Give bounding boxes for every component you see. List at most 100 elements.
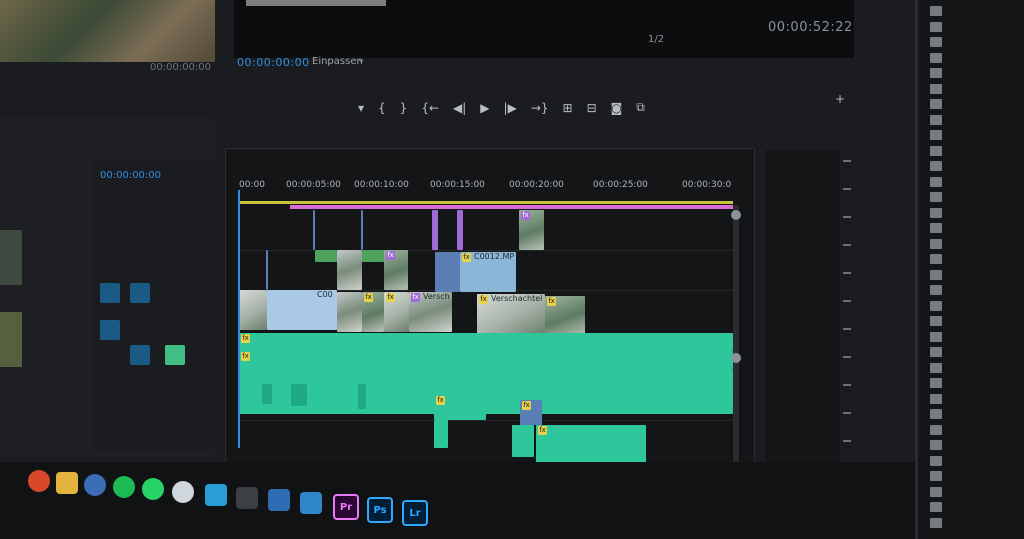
project-item[interactable] — [930, 144, 1015, 158]
step-forward-icon[interactable]: |▶ — [504, 101, 517, 115]
lightroom-icon[interactable]: Lr — [402, 500, 428, 526]
video-clip[interactable] — [432, 210, 438, 250]
audio-clip[interactable]: fx — [520, 400, 542, 425]
project-item[interactable] — [930, 485, 1015, 499]
premiere-icon[interactable]: Pr — [333, 494, 359, 520]
step-back-icon[interactable]: ◀| — [453, 101, 466, 115]
video-clip[interactable] — [362, 250, 384, 262]
project-item[interactable] — [930, 252, 1015, 266]
project-item[interactable] — [930, 175, 1015, 189]
video-clip[interactable]: fx — [362, 292, 384, 332]
project-item[interactable] — [930, 516, 1015, 530]
video-clip[interactable]: fx C0012.MP — [460, 252, 516, 292]
project-item[interactable] — [930, 283, 1015, 297]
project-item[interactable] — [930, 454, 1015, 468]
project-item[interactable] — [930, 206, 1015, 220]
project-item[interactable] — [930, 392, 1015, 406]
track-target-button[interactable] — [100, 320, 120, 340]
audio-clip[interactable] — [239, 369, 733, 384]
audio-clip[interactable]: fx — [239, 351, 733, 369]
video-clip[interactable] — [361, 210, 363, 250]
video-clip[interactable]: fx — [384, 292, 409, 332]
track-target-button[interactable] — [130, 345, 150, 365]
export-frame-icon[interactable]: ◙ — [611, 101, 623, 115]
project-item[interactable] — [930, 221, 1015, 235]
video-clip[interactable] — [266, 250, 268, 290]
audio-clip[interactable] — [239, 384, 733, 414]
lift-icon[interactable]: ⊞ — [563, 101, 573, 115]
project-item[interactable] — [930, 500, 1015, 514]
app-icon[interactable] — [268, 489, 290, 511]
scroll-handle[interactable] — [731, 210, 741, 220]
project-item[interactable] — [930, 4, 1015, 18]
photoshop-icon[interactable]: Ps — [367, 497, 393, 523]
out-point-icon[interactable]: } — [400, 101, 408, 115]
browser-icon[interactable] — [28, 470, 50, 492]
app-icon[interactable] — [172, 481, 194, 503]
video-clip[interactable]: fx Versch — [409, 292, 452, 332]
sequence-timecode[interactable]: 00:00:00:00 — [100, 170, 161, 181]
extract-icon[interactable]: ⊟ — [587, 101, 597, 115]
marker-icon[interactable]: ▾ — [358, 101, 364, 115]
comparison-icon[interactable]: ⧉ — [636, 100, 645, 115]
project-item[interactable] — [930, 20, 1015, 34]
track-target-button[interactable] — [130, 283, 150, 303]
audio-clip[interactable]: fx — [536, 425, 646, 467]
in-point-icon[interactable]: { — [378, 101, 386, 115]
app-icon[interactable] — [236, 487, 258, 509]
project-item[interactable] — [930, 330, 1015, 344]
video-clip[interactable] — [313, 210, 315, 250]
app-icon[interactable] — [84, 474, 106, 496]
project-item[interactable] — [930, 82, 1015, 96]
video-clip[interactable] — [337, 292, 362, 332]
audio-clip[interactable] — [512, 425, 534, 457]
scroll-handle[interactable] — [731, 353, 741, 363]
video-clip[interactable]: fx — [519, 210, 544, 250]
app-icon[interactable] — [300, 492, 322, 514]
go-to-out-icon[interactable]: →} — [531, 101, 549, 115]
project-item[interactable] — [930, 128, 1015, 142]
audio-clip[interactable] — [434, 420, 448, 448]
project-item[interactable] — [930, 159, 1015, 173]
project-item[interactable] — [930, 299, 1015, 313]
video-clip[interactable] — [315, 250, 337, 262]
spotify-icon[interactable] — [113, 476, 135, 498]
whatsapp-icon[interactable] — [142, 478, 164, 500]
video-clip[interactable]: fx Verschachtel — [477, 294, 545, 334]
project-item[interactable] — [930, 423, 1015, 437]
fit-dropdown[interactable]: Einpassen — [312, 56, 363, 67]
video-clip[interactable]: C00 — [267, 290, 337, 330]
project-item[interactable] — [930, 314, 1015, 328]
project-item[interactable] — [930, 268, 1015, 282]
project-item[interactable] — [930, 97, 1015, 111]
project-item[interactable] — [930, 66, 1015, 80]
audio-clip[interactable]: fx — [434, 395, 486, 420]
folder-icon[interactable] — [56, 472, 78, 494]
track-target-button[interactable] — [100, 283, 120, 303]
audio-clip[interactable] — [358, 384, 366, 409]
chevron-down-icon[interactable]: ⌄ — [357, 54, 365, 65]
add-button-icon[interactable]: + — [835, 92, 845, 106]
timeline-scrollbar[interactable] — [733, 205, 739, 490]
project-item[interactable] — [930, 376, 1015, 390]
video-clip[interactable]: fx — [545, 296, 585, 336]
video-clip[interactable] — [457, 210, 463, 250]
work-area-bar[interactable] — [239, 201, 733, 204]
project-item[interactable] — [930, 113, 1015, 127]
go-to-in-icon[interactable]: {← — [421, 101, 439, 115]
project-item[interactable] — [930, 51, 1015, 65]
project-item[interactable] — [930, 361, 1015, 375]
video-clip[interactable] — [239, 290, 267, 330]
play-icon[interactable]: ▶ — [480, 101, 489, 115]
project-item[interactable] — [930, 407, 1015, 421]
telegram-icon[interactable] — [205, 484, 227, 506]
audio-clip[interactable]: fx — [239, 333, 733, 351]
video-clip[interactable]: fx — [384, 250, 408, 290]
audio-clip[interactable] — [291, 384, 307, 406]
project-item[interactable] — [930, 237, 1015, 251]
track-solo-button[interactable] — [165, 345, 185, 365]
project-item[interactable] — [930, 190, 1015, 204]
project-item[interactable] — [930, 438, 1015, 452]
playhead[interactable] — [238, 190, 240, 448]
project-item[interactable] — [930, 345, 1015, 359]
